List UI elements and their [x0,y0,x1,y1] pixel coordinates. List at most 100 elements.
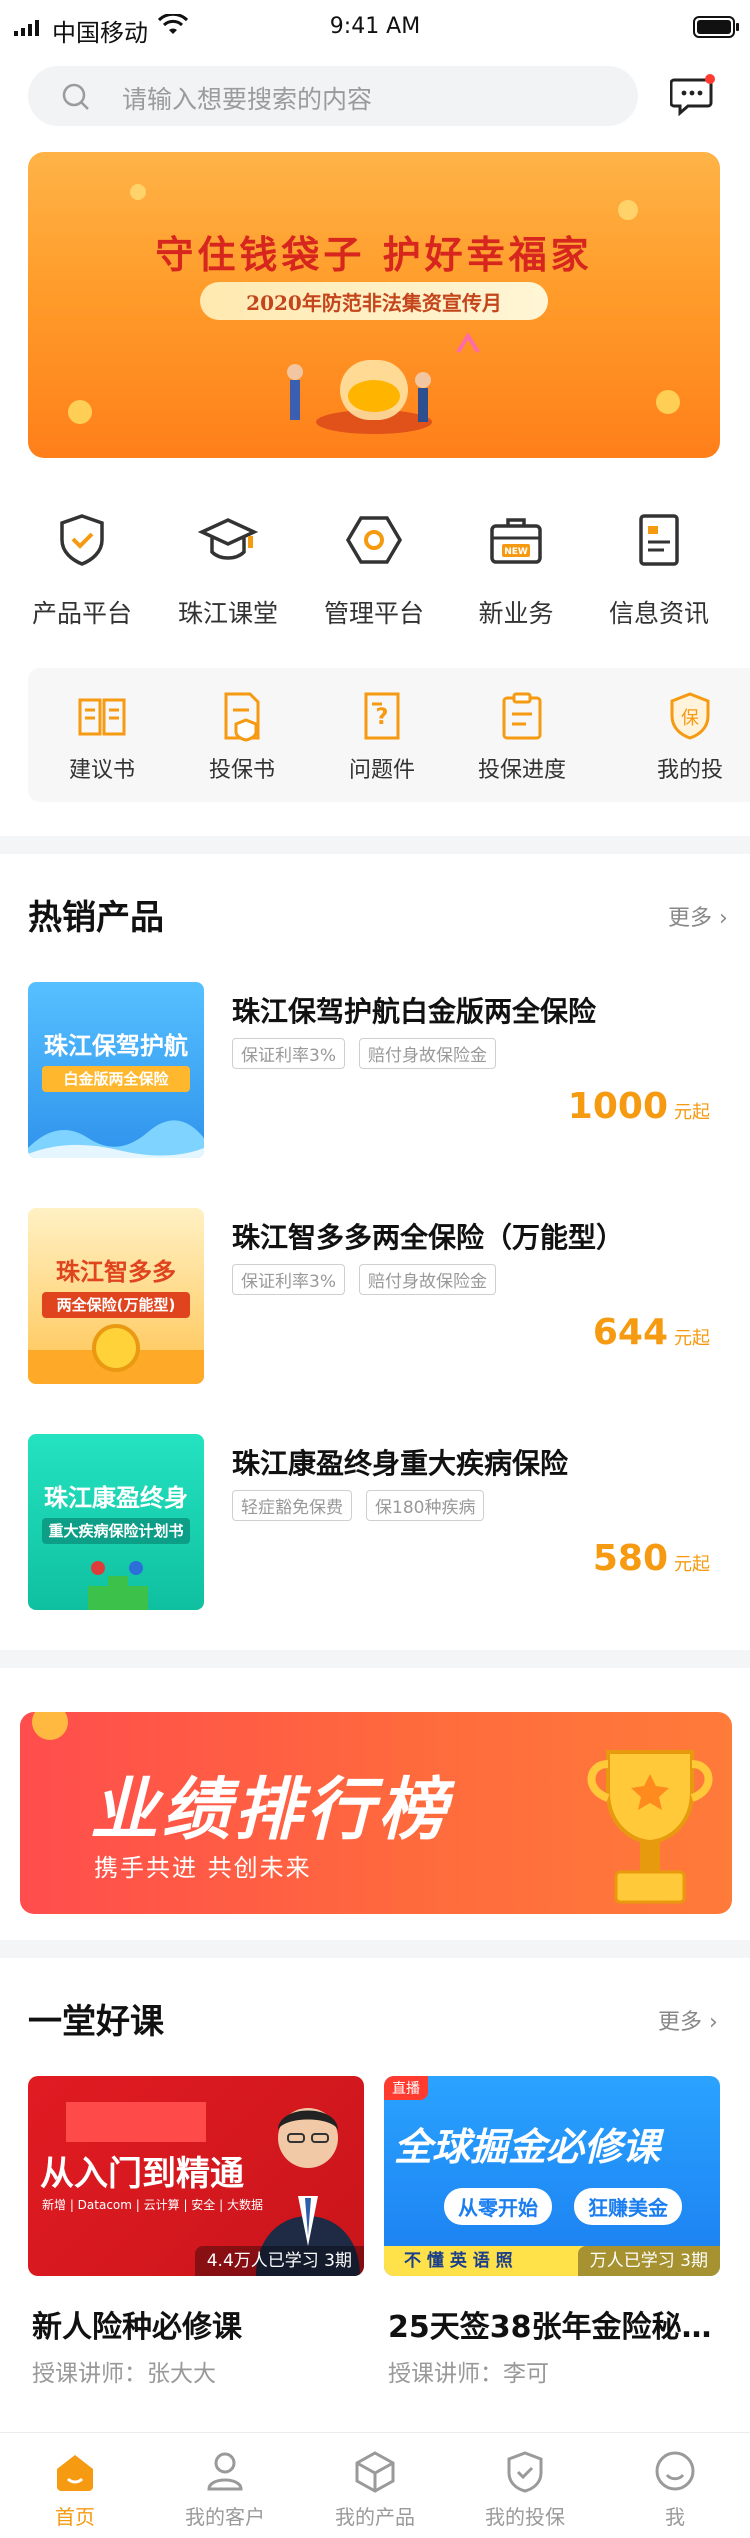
nav-management-platform[interactable]: 管理平台 [299,510,449,640]
policy-doc-icon [224,692,260,742]
product-tag: 保证利率3% [232,1038,345,1069]
course-title: 新人险种必修课 [32,2310,242,2345]
section-divider [0,1650,750,1668]
banner-subline: 2020年防范非法集资宣传月 [246,291,502,315]
document-icon [639,514,679,566]
tab-me[interactable]: 我 [600,2433,750,2538]
cover-headline: 从入门到精通 [40,2154,244,2194]
product-price: 644 元起 [593,1312,710,1353]
shield-badge-icon: 保 [670,692,710,740]
price-value: 1000 [567,1086,668,1127]
quick-label: 投保书 [208,758,275,783]
battery-icon [693,16,739,38]
product-name: 珠江康盈终身重大疾病保险 [232,1447,569,1480]
course-teacher: 授课讲师：李可 [388,2361,549,2387]
nav-label: 珠江课堂 [177,599,278,628]
tab-label: 我的投保 [485,2505,565,2529]
product-name: 珠江智多多两全保险（万能型） [232,1221,625,1254]
study-count: 4.4万人已学习 3期 [194,2246,364,2276]
quick-application[interactable]: 投保书 [172,668,312,802]
quick-action-row[interactable]: 建议书 投保书 ? 问题件 投保进度 保 我的投 [28,668,750,802]
course-card[interactable]: 从入门到精通 新增 | Datacom | 云计算 | 安全 | 大数据 4.4… [28,2076,364,2396]
tab-label: 我的产品 [335,2505,415,2529]
product-price: 580 元起 [593,1538,710,1579]
courses-more-link[interactable]: 更多 › [658,2004,718,2036]
search-placeholder: 请输入想要搜索的内容 [122,85,373,114]
product-card[interactable]: 珠江保驾护航 白金版两全保险 珠江保驾护航白金版两全保险 保证利率3% 赔付身故保… [28,982,722,1158]
insurance-icon [507,2451,543,2493]
ranking-title: 业绩排行榜 [90,1771,451,1850]
price-value: 580 [592,1538,668,1579]
product-tag: 赔付身故保险金 [358,1038,496,1069]
ranking-banner[interactable]: 业绩排行榜 携手共进 共创未来 [20,1712,732,1914]
customer-icon [207,2452,243,2491]
cover-figures [88,1561,148,1610]
shield-icon [60,514,104,566]
new-briefcase-icon: NEW [490,518,542,564]
quick-proposal[interactable]: 建议书 [32,668,172,802]
product-tag: 轻症豁免保费 [232,1490,352,1521]
course-cover: 从入门到精通 新增 | Datacom | 云计算 | 安全 | 大数据 4.4… [28,2076,364,2276]
product-cover: 珠江康盈终身 重大疾病保险计划书 [28,1434,204,1610]
course-cover: 直播 全球掘金必修课 从零开始 狂赚美金 不 懂 英 语 照 万人已学习 3期 [384,2076,720,2276]
quick-progress[interactable]: 投保进度 [452,668,592,802]
bottom-tab-bar: 首页 我的客户 我的产品 我的投保 我 [0,2432,750,2538]
product-card[interactable]: 珠江智多多 两全保险(万能型) 珠江智多多两全保险（万能型） 保证利率3% 赔付身… [28,1208,722,1384]
more-label: 更多 [668,906,713,931]
nav-zhujiang-class[interactable]: 珠江课堂 [153,510,303,640]
product-tag: 赔付身故保险金 [358,1264,496,1295]
cover-subtitle: 两全保险(万能型) [42,1292,190,1318]
clipboard-icon [502,692,542,740]
quick-my-insurance[interactable]: 保 我的投 [620,668,750,802]
nav-product-platform[interactable]: 产品平台 [7,510,157,640]
study-count: 万人已学习 3期 [577,2246,720,2276]
product-tag: 保证利率3% [232,1264,345,1295]
svg-text:?: ? [376,705,389,730]
product-name: 珠江保驾护航白金版两全保险 [232,995,597,1028]
promo-banner[interactable]: 守住钱袋子 护好幸福家 2020年防范非法集资宣传月 [28,152,720,458]
search-input[interactable]: 请输入想要搜索的内容 [28,66,638,126]
product-tag: 保180种疾病 [366,1490,485,1521]
ranking-subtitle: 携手共进 共创未来 [94,1854,312,1882]
trophy-icon [587,1750,713,1904]
product-price: 1000 元起 [568,1086,710,1127]
cover-headline: 全球掘金必修课 [394,2125,661,2169]
courses-title: 一堂好课 [28,2002,164,2042]
product-tags: 保证利率3% 赔付身故保险金 [232,1038,510,1069]
book-icon [78,698,126,736]
chevron-right-icon: › [719,906,728,931]
cover-subtitle: 白金版两全保险 [42,1066,190,1092]
product-icon [355,2451,395,2493]
hot-products-more-link[interactable]: 更多 › [668,900,728,932]
nav-news[interactable]: 信息资讯 [584,510,734,640]
more-label: 更多 [658,2010,703,2035]
tab-customers[interactable]: 我的客户 [150,2433,300,2538]
svg-text:保: 保 [681,708,699,729]
tab-home[interactable]: 首页 [0,2433,150,2538]
product-card[interactable]: 珠江康盈终身 重大疾病保险计划书 珠江康盈终身重大疾病保险 轻症豁免保费 保180… [28,1434,722,1610]
cover-title: 珠江康盈终身 [44,1484,188,1512]
clock: 9:41 AM [329,14,421,39]
quick-label: 我的投 [656,758,723,783]
course-card[interactable]: 直播 全球掘金必修课 从零开始 狂赚美金 不 懂 英 语 照 万人已学习 3期 … [384,2076,720,2396]
live-badge: 直播 [384,2076,428,2100]
message-icon[interactable] [670,74,716,116]
price-value: 644 [592,1312,668,1353]
svg-text:NEW: NEW [504,547,528,557]
quick-issue[interactable]: ? 问题件 [312,668,452,802]
product-tags: 保证利率3% 赔付身故保险金 [232,1264,510,1295]
price-unit: 元起 [674,1328,710,1349]
price-unit: 元起 [674,1102,710,1123]
hexagon-icon [345,516,403,564]
nav-label: 产品平台 [31,599,132,628]
tab-label: 首页 [55,2505,95,2529]
quick-label: 投保进度 [477,758,566,783]
tab-insurance[interactable]: 我的投保 [450,2433,600,2538]
cover-coin [28,1324,204,1384]
nav-label: 管理平台 [323,599,424,628]
cover-scenery [28,1120,204,1158]
home-icon [57,2455,93,2491]
tab-products[interactable]: 我的产品 [300,2433,450,2538]
nav-new-business[interactable]: NEW 新业务 [441,510,591,640]
product-tags: 轻症豁免保费 保180种疾病 [232,1490,498,1521]
